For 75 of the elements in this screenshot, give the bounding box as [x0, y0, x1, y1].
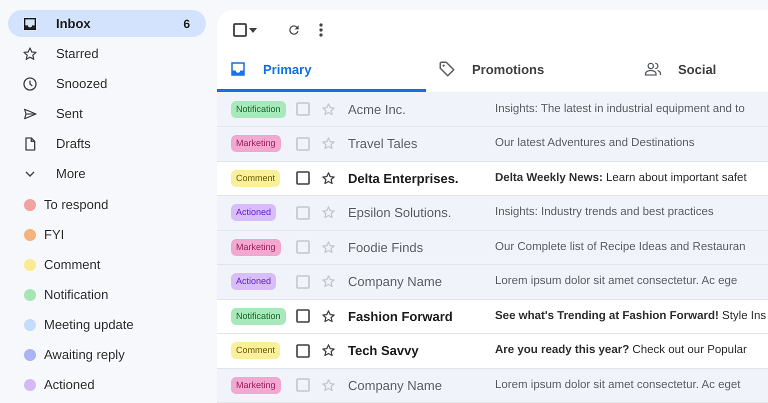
category-tag: Comment	[231, 170, 280, 187]
sender-name: Foodie Finds	[348, 238, 424, 256]
label-item[interactable]: Actioned	[8, 370, 206, 400]
message-preview: See what's Trending at Fashion Forward! Style Ins	[495, 308, 766, 324]
label-item[interactable]: Meeting update	[8, 310, 206, 340]
message-row[interactable]: Notification Acme Inc. Insights: The latest in industrial equipment and to	[217, 92, 768, 127]
sender-name: Acme Inc.	[348, 100, 407, 118]
caret-icon	[249, 28, 257, 33]
checkbox[interactable]	[296, 344, 310, 358]
message-preview: Our Complete list of Recipe Ideas and Restauran	[495, 240, 746, 255]
message-preview: Delta Weekly News: Learn about important safet	[495, 170, 747, 186]
category-tag: Marketing	[231, 238, 281, 256]
category-tag: Actioned	[231, 204, 276, 222]
star-icon[interactable]	[321, 378, 336, 393]
message-preview: Our latest Adventures and Destinations	[495, 136, 694, 152]
sender-name: Company Name	[348, 273, 443, 291]
message-preview: Are you ready this year? Check out our Popular	[495, 343, 747, 358]
tab[interactable]: Promotions	[426, 50, 632, 92]
message-row[interactable]: Notification Fashion Forward See what's Trending at Fashion Forward! Style Ins	[217, 300, 768, 334]
nav-item[interactable]: Inbox 6	[8, 10, 206, 37]
nav-item[interactable]: Snoozed	[8, 70, 206, 97]
message-preview: Lorem ipsum dolor sit amet consectetur. Ac eget	[495, 378, 740, 393]
nav-item[interactable]: Starred	[8, 40, 206, 67]
label-item[interactable]: FYI	[8, 220, 206, 250]
star-icon[interactable]	[321, 205, 336, 220]
category-tag: Actioned	[231, 273, 276, 290]
unread-count: 6	[183, 16, 190, 32]
checkbox-icon	[233, 23, 247, 38]
star-icon[interactable]	[321, 170, 336, 186]
category-tag: Marketing	[231, 135, 281, 152]
message-row[interactable]: Marketing Travel Tales Our latest Adventures and Destinations	[217, 127, 768, 162]
sender-name: Travel Tales	[348, 135, 418, 153]
star-icon[interactable]	[321, 102, 336, 117]
clock-icon	[22, 76, 38, 92]
message-row[interactable]: Marketing Company Name Lorem ipsum dolor sit amet consectetur. Ac eget	[217, 368, 768, 403]
category-tag: Notification	[231, 100, 286, 118]
star-icon	[22, 46, 38, 62]
label-item[interactable]: Awaiting reply	[8, 340, 206, 370]
message-row[interactable]: Comment Delta Enterprises. Delta Weekly News: Learn about important safet	[217, 162, 768, 196]
sender-name: Fashion Forward	[348, 308, 454, 326]
nav-item[interactable]: More	[8, 160, 206, 187]
tag-icon	[438, 60, 456, 78]
star-icon[interactable]	[321, 240, 336, 255]
checkbox[interactable]	[296, 309, 310, 324]
sender-name: Delta Enterprises.	[348, 170, 460, 188]
refresh-icon	[287, 23, 301, 38]
message-row[interactable]: Actioned Company Name Lorem ipsum dolor sit amet consectetur. Ac ege	[217, 265, 768, 300]
tab[interactable]: Social	[632, 50, 768, 92]
label-item[interactable]: Comment	[8, 250, 206, 280]
more-options-button[interactable]	[317, 22, 325, 38]
star-icon[interactable]	[321, 274, 336, 290]
sender-name: Company Name	[348, 376, 443, 395]
nav-item[interactable]: Drafts	[8, 130, 206, 157]
label-item[interactable]: To respond	[8, 190, 206, 220]
checkbox[interactable]	[296, 171, 310, 186]
send-icon	[22, 106, 38, 122]
message-preview: Insights: Industry trends and best practices	[495, 205, 714, 220]
label-item[interactable]: Notification	[8, 280, 206, 310]
message-row[interactable]: Marketing Foodie Finds Our Complete list of Recipe Ideas and Restauran	[217, 230, 768, 265]
category-tag: Comment	[231, 342, 280, 360]
message-preview: Lorem ipsum dolor sit amet consectetur. Ac ege	[495, 274, 738, 290]
inbox-icon	[229, 60, 247, 78]
star-icon[interactable]	[321, 308, 336, 324]
nav-item[interactable]: Sent	[8, 100, 206, 127]
message-row[interactable]: Actioned Epsilon Solutions. Insights: Industry trends and best practices	[217, 196, 768, 230]
message-preview: Insights: The latest in industrial equipment and to	[495, 102, 745, 117]
star-icon[interactable]	[321, 136, 336, 152]
select-all-button[interactable]	[233, 23, 257, 38]
category-tag: Marketing	[231, 376, 281, 394]
star-icon[interactable]	[321, 343, 336, 358]
inbox-icon	[22, 16, 38, 32]
sender-name: Tech Savvy	[348, 342, 420, 360]
category-tag: Notification	[231, 308, 286, 325]
people-icon	[644, 60, 662, 78]
sender-name: Epsilon Solutions.	[348, 204, 452, 222]
